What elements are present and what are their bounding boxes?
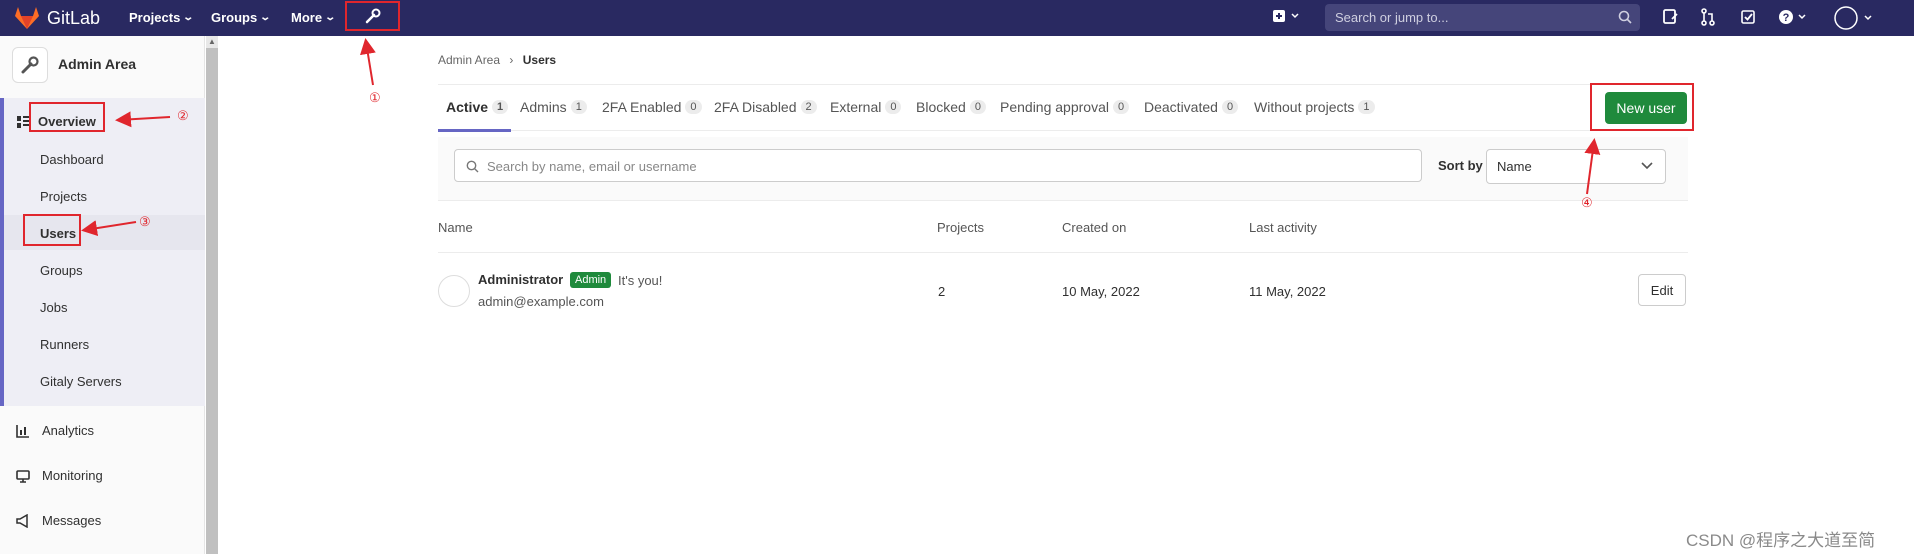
annotation-number-3: ③: [139, 214, 151, 229]
annotation-arrow-1: [360, 38, 376, 86]
annotation-number-1: ①: [369, 90, 381, 105]
annotation-number-2: ②: [177, 108, 189, 123]
annotation-arrow-2: [115, 111, 171, 128]
annotation-arrow-4: [1584, 138, 1601, 195]
watermark-text: CSDN @程序之大道至简: [1686, 531, 1876, 550]
annotation-number-4: ④: [1581, 195, 1593, 210]
annotation-arrows: [81, 38, 1601, 237]
annotation-arrow-3: [81, 220, 137, 237]
